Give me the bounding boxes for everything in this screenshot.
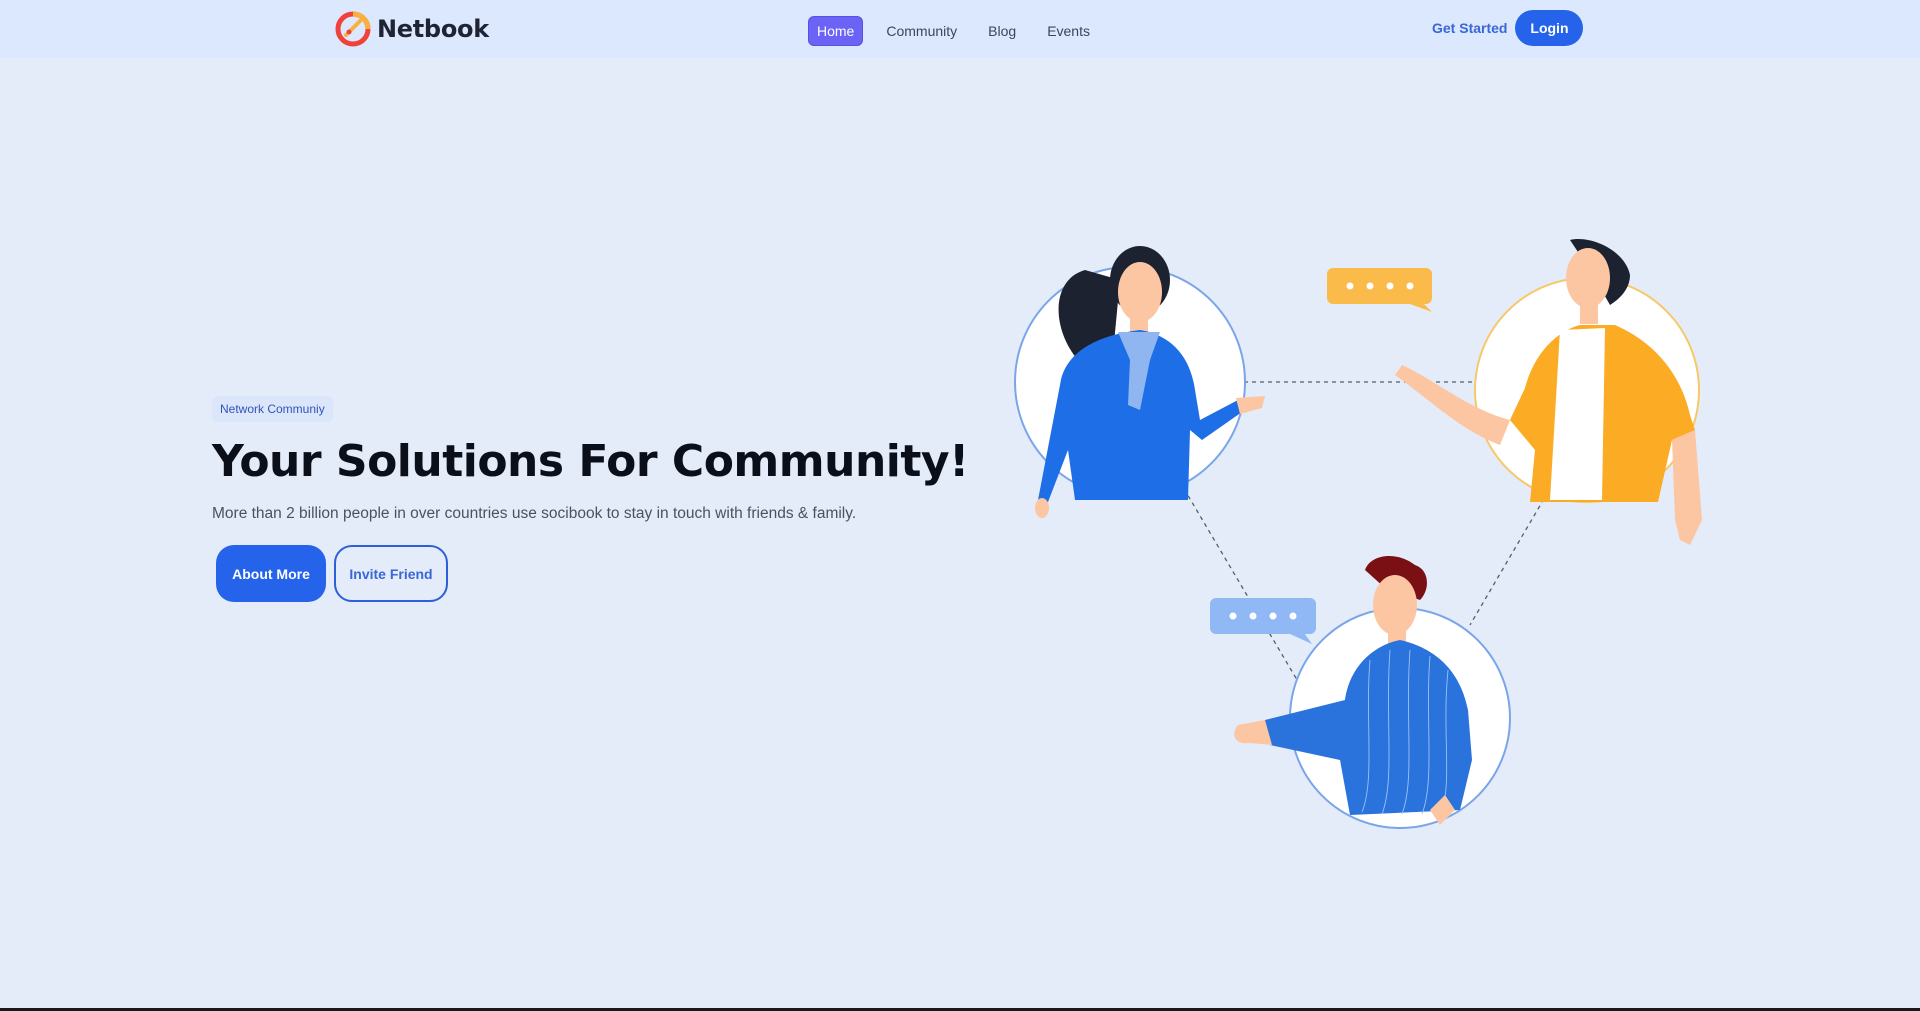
nav-home[interactable]: Home — [808, 16, 864, 46]
netbook-logo-icon — [335, 11, 371, 47]
main-nav: Home Community Blog Events — [808, 16, 1113, 46]
get-started-link[interactable]: Get Started — [1432, 20, 1507, 36]
navbar: Netbook Home Community Blog Events Get S… — [0, 0, 1920, 58]
brand-name: Netbook — [377, 15, 489, 43]
chat-bubble-blue-icon — [1210, 598, 1316, 644]
hero-title: Your Solutions For Community! — [212, 436, 969, 487]
invite-friend-button[interactable]: Invite Friend — [334, 545, 448, 602]
nav-blog[interactable]: Blog — [980, 17, 1024, 45]
nav-events[interactable]: Events — [1039, 17, 1098, 45]
brand[interactable]: Netbook — [335, 10, 489, 48]
hero-buttons: About More Invite Friend — [212, 545, 932, 602]
chat-bubble-orange-icon — [1327, 268, 1432, 312]
woman-avatar-illustration — [1014, 246, 1265, 518]
login-button[interactable]: Login — [1515, 10, 1584, 46]
about-more-button[interactable]: About More — [216, 545, 326, 602]
man-blue-avatar-illustration — [1234, 555, 1511, 829]
hero-section: Network Communiy Your Solutions For Comm… — [212, 396, 969, 602]
hero-badge: Network Communiy — [212, 396, 333, 422]
community-illustration — [1014, 239, 1702, 829]
nav-actions: Get Started Login — [1432, 10, 1584, 46]
hero-subtitle: More than 2 billion people in over count… — [212, 505, 857, 522]
nav-community[interactable]: Community — [878, 17, 965, 45]
man-orange-avatar-illustration — [1395, 239, 1702, 545]
